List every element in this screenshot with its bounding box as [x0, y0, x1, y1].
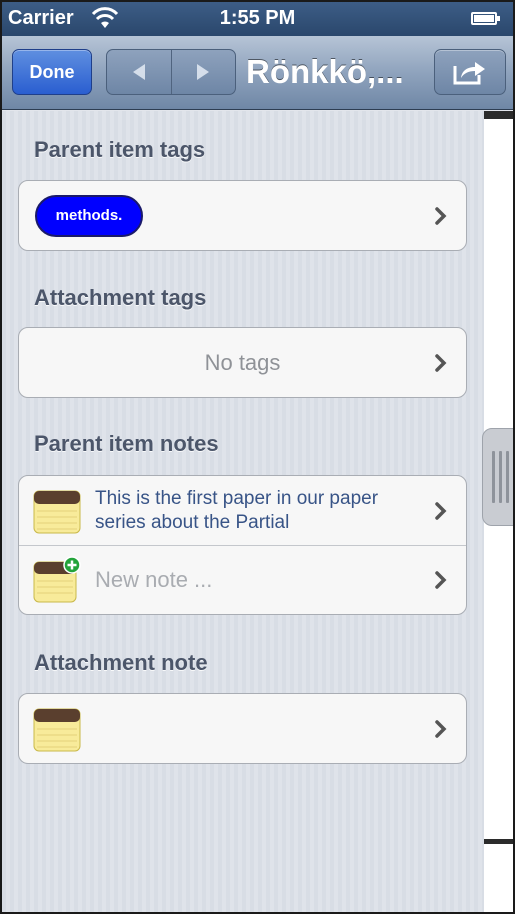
triangle-right-icon	[197, 64, 210, 80]
note-preview-text: This is the first paper in our paper ser…	[95, 487, 379, 533]
parent-item-tags-group: methods.	[18, 180, 467, 251]
battery-icon	[471, 12, 500, 25]
note-icon	[33, 708, 81, 751]
note-row[interactable]: This is the first paper in our paper ser…	[19, 476, 466, 545]
previous-item-button[interactable]	[107, 50, 171, 94]
grip-line	[499, 451, 502, 503]
attachment-note-heading: Attachment note	[34, 650, 208, 675]
note-icon	[33, 490, 81, 533]
status-bar: Carrier 1:55 PM	[2, 2, 513, 36]
parent-item-notes-heading: Parent item notes	[34, 431, 219, 456]
new-note-placeholder: New note ...	[95, 567, 213, 592]
grip-line	[492, 451, 495, 503]
chevron-right-icon	[435, 501, 447, 520]
done-button-label: Done	[29, 61, 75, 82]
prev-next-segmented-control	[106, 49, 236, 95]
parent-item-notes-group: This is the first paper in our paper ser…	[18, 475, 467, 615]
grip-line	[506, 451, 509, 503]
parent-item-tags-heading: Parent item tags	[34, 137, 206, 162]
attachment-tags-heading: Attachment tags	[34, 285, 207, 310]
attachment-tags-group: No tags	[18, 327, 467, 398]
tag-label: methods.	[55, 207, 123, 224]
next-item-button[interactable]	[170, 50, 236, 94]
attachment-note-row[interactable]	[19, 694, 466, 763]
share-button[interactable]	[434, 49, 506, 95]
item-details-panel[interactable]: Parent item tags methods. Attachment tag…	[2, 111, 484, 912]
chevron-right-icon	[435, 206, 447, 225]
chevron-right-icon	[435, 571, 447, 589]
pane-divider-top	[484, 111, 513, 119]
pane-divider-bottom	[484, 839, 513, 844]
new-note-row[interactable]: New note ...	[19, 545, 466, 614]
parent-item-tags-row[interactable]: methods.	[19, 181, 466, 250]
chevron-right-icon	[435, 719, 447, 738]
triangle-left-icon	[132, 64, 145, 80]
app-frame: Carrier 1:55 PM Done Rönkkö,... Parent i…	[0, 0, 515, 914]
status-time: 1:55 PM	[219, 7, 296, 29]
add-note-icon	[33, 556, 81, 603]
attachment-tags-row[interactable]: No tags	[19, 328, 466, 397]
navigation-bar: Done Rönkkö,...	[2, 36, 513, 110]
attachment-note-group	[18, 693, 467, 764]
share-icon	[453, 62, 485, 85]
tag-pill: methods.	[35, 194, 143, 237]
pane-drag-handle[interactable]	[482, 428, 513, 526]
chevron-right-icon	[435, 353, 447, 372]
done-button[interactable]: Done	[12, 49, 92, 95]
page-title: Rönkkö,...	[246, 53, 404, 90]
no-tags-label: No tags	[204, 349, 281, 375]
